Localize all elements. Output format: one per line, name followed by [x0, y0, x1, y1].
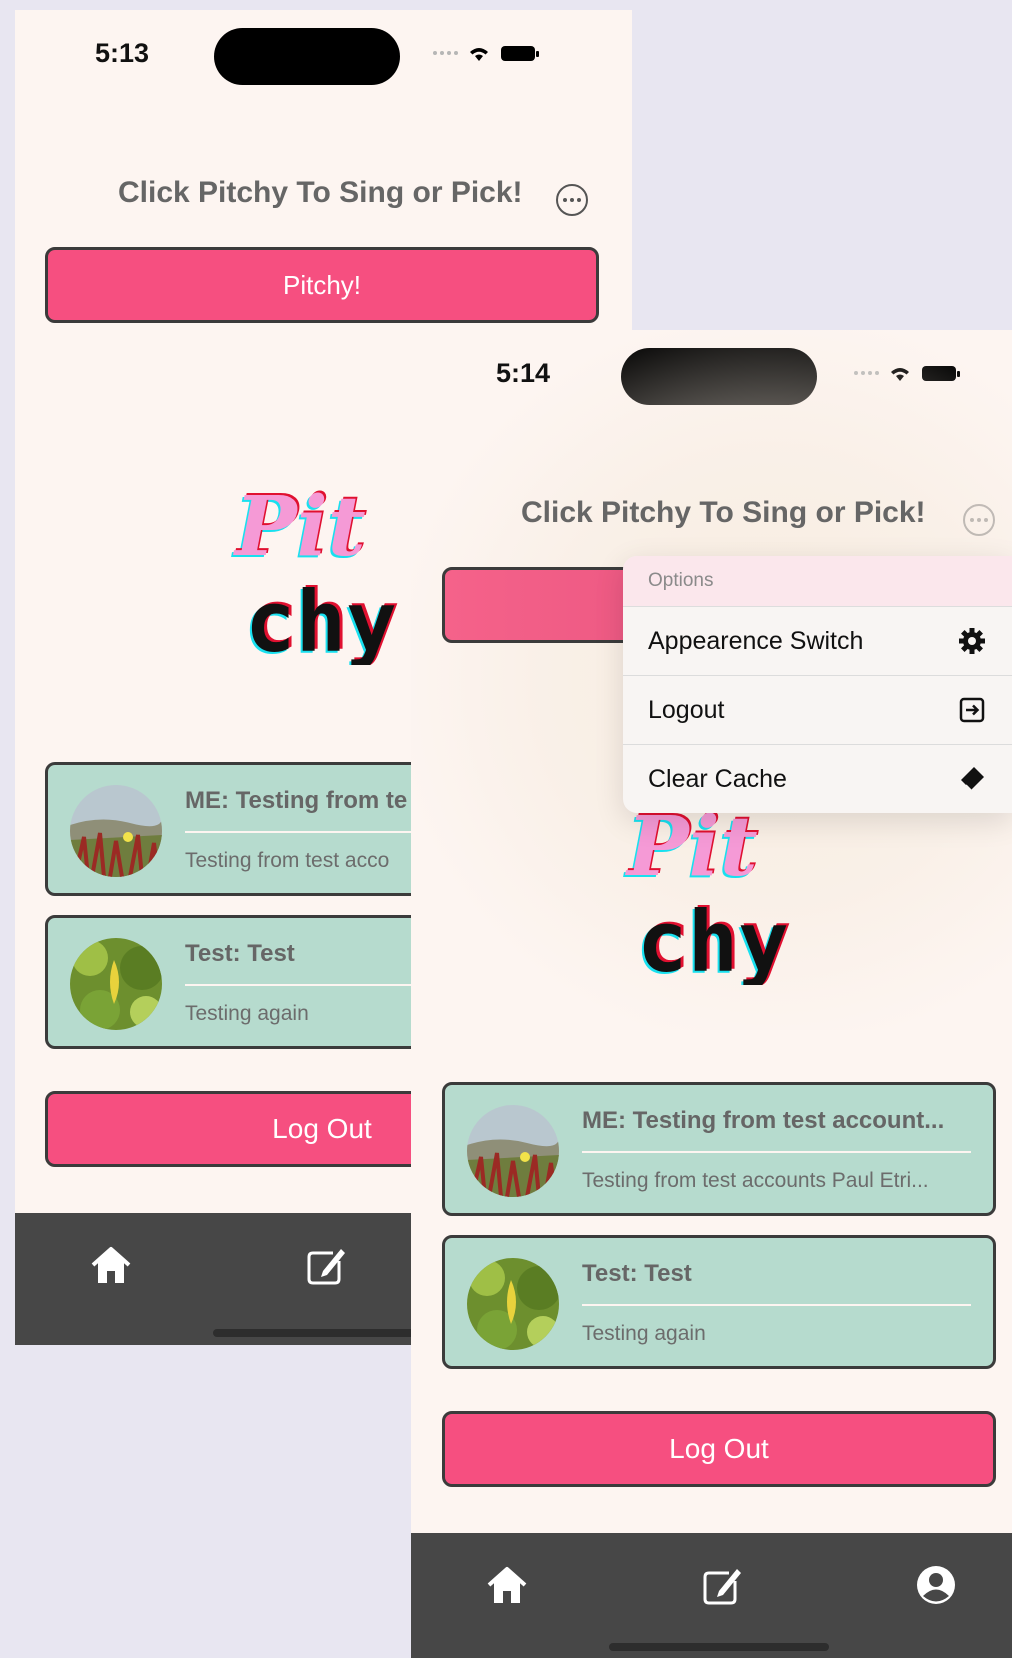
- screen-b: 5:14 Click Pitchy To Sing or Pick! Optio…: [411, 330, 1012, 1658]
- card-subtitle: Testing again: [582, 1322, 706, 1345]
- home-indicator: [609, 1643, 829, 1651]
- signal-icon: [854, 371, 879, 375]
- divider: [582, 1151, 971, 1153]
- signal-icon: [433, 51, 458, 55]
- home-icon[interactable]: [485, 1563, 529, 1607]
- status-icons: [433, 43, 540, 63]
- card-title: Test: Test: [582, 1260, 692, 1287]
- wifi-icon: [470, 48, 488, 61]
- home-indicator: [213, 1329, 433, 1337]
- card-subtitle: Testing again: [185, 1002, 309, 1025]
- menu-item-label: Logout: [648, 695, 725, 724]
- logout-arrow-icon: [957, 695, 987, 725]
- avatar: [70, 785, 162, 877]
- page-title: Click Pitchy To Sing or Pick!: [521, 496, 926, 529]
- card-subtitle: Testing from test acco: [185, 849, 390, 872]
- avatar: [70, 938, 162, 1030]
- card-title: Test: Test: [185, 940, 295, 967]
- avatar: [467, 1258, 559, 1350]
- list-item[interactable]: Test: Test Testing again: [442, 1235, 996, 1369]
- card-title: ME: Testing from te: [185, 787, 408, 814]
- menu-item-label: Clear Cache: [648, 764, 787, 793]
- page-title: Click Pitchy To Sing or Pick!: [118, 176, 523, 209]
- home-icon[interactable]: [89, 1243, 133, 1287]
- status-icons: [854, 363, 961, 383]
- status-time: 5:14: [496, 358, 551, 388]
- battery-icon: [501, 46, 539, 61]
- dynamic-island: [621, 348, 817, 405]
- battery-icon: [922, 366, 960, 381]
- ellipsis-circle-icon[interactable]: [963, 504, 995, 536]
- options-menu: Options Appearence Switch Logout Clear C…: [623, 556, 1012, 813]
- eraser-icon: [957, 764, 987, 794]
- card-title: ME: Testing from test account...: [582, 1107, 945, 1134]
- gear-icon: [957, 626, 987, 656]
- menu-item-logout[interactable]: Logout: [623, 676, 1012, 745]
- list-item[interactable]: ME: Testing from test account... Testing…: [442, 1082, 996, 1216]
- divider: [582, 1304, 971, 1306]
- pitchy-logo[interactable]: [227, 475, 407, 665]
- status-time: 5:13: [95, 38, 150, 68]
- compose-icon[interactable]: [303, 1243, 347, 1287]
- profile-icon[interactable]: [914, 1563, 958, 1607]
- menu-item-label: Appearence Switch: [648, 626, 864, 655]
- wifi-icon: [891, 368, 909, 381]
- menu-item-appearance-switch[interactable]: Appearence Switch: [623, 607, 1012, 676]
- menu-header: Options: [623, 556, 1012, 607]
- ellipsis-circle-icon[interactable]: [556, 184, 588, 216]
- card-subtitle: Testing from test accounts Paul Etri...: [582, 1169, 929, 1192]
- compose-icon[interactable]: [699, 1563, 743, 1607]
- pitchy-button[interactable]: Pitchy!: [45, 247, 599, 323]
- avatar: [467, 1105, 559, 1197]
- logout-button[interactable]: Log Out: [442, 1411, 996, 1487]
- dynamic-island: [214, 28, 400, 85]
- menu-item-clear-cache[interactable]: Clear Cache: [623, 745, 1012, 813]
- tab-bar: [411, 1533, 1012, 1658]
- pitchy-logo[interactable]: [619, 795, 799, 985]
